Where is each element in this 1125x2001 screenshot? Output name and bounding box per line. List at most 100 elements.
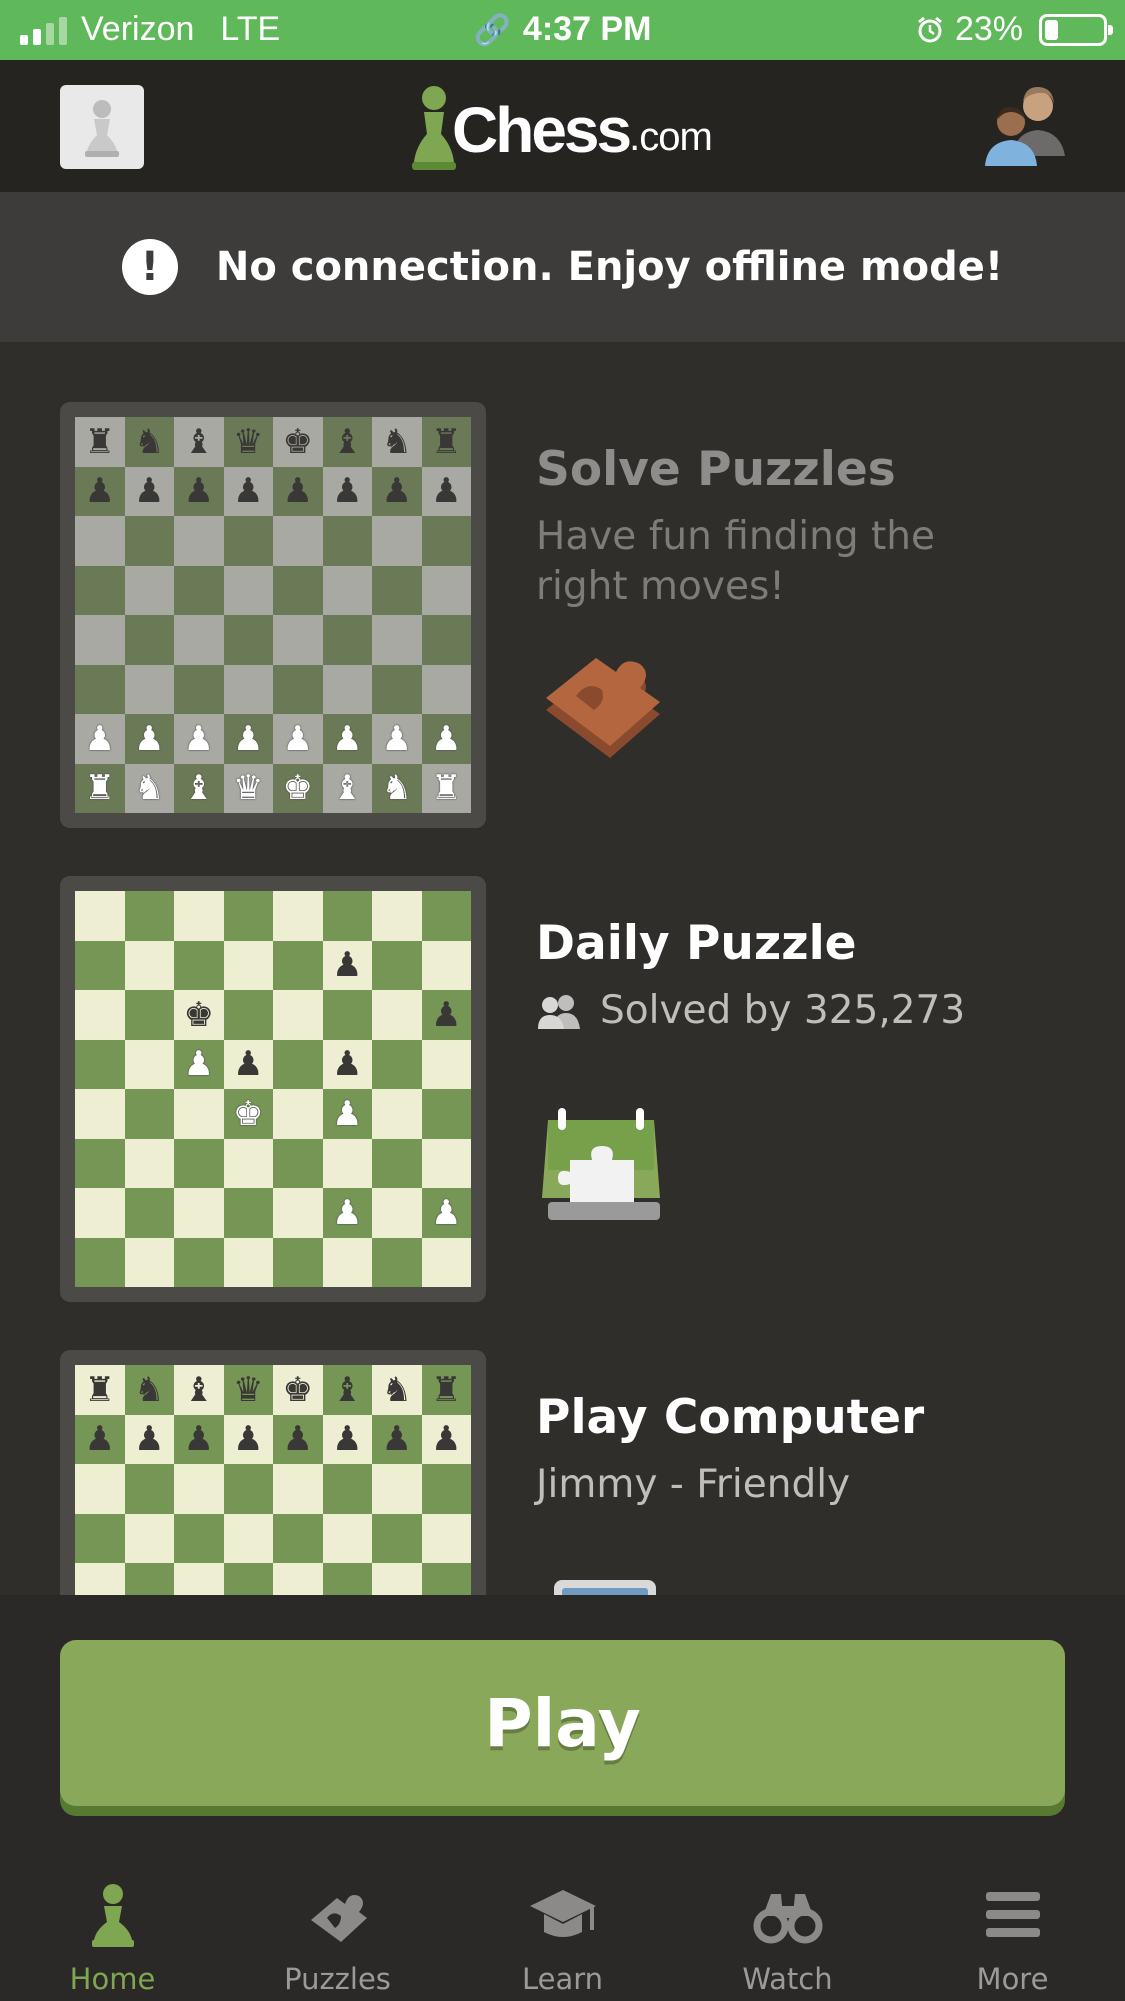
board-square: ♞ xyxy=(124,763,174,813)
board-square xyxy=(174,1138,224,1188)
board-square xyxy=(124,891,174,941)
board-square xyxy=(124,1563,174,1595)
board-thumbnail: ♜♞♝♛♚♝♞♜♟♟♟♟♟♟♟♟♟♟♟♟♟♟♟♟♜♞♝♛♚♝♞♜ xyxy=(60,1350,486,1595)
black-knight-icon: ♞ xyxy=(381,421,412,462)
board-square xyxy=(273,1513,323,1563)
board-square: ♟ xyxy=(372,714,422,764)
board-square xyxy=(223,1563,273,1595)
board-square xyxy=(322,1513,372,1563)
black-pawn-icon: ♟ xyxy=(332,1419,363,1460)
board-square: ♜ xyxy=(75,763,125,813)
link-icon: 🔗 xyxy=(473,14,511,47)
board-square: ♞ xyxy=(372,1365,422,1415)
board-square xyxy=(223,615,273,665)
board-square: ♟ xyxy=(75,1414,125,1464)
board-square xyxy=(75,1138,125,1188)
white-pawn-icon: ♟ xyxy=(84,718,115,759)
board-square xyxy=(273,1039,323,1089)
board-square: ♟ xyxy=(372,466,422,516)
board-square: ♜ xyxy=(75,417,125,467)
board-square: ♛ xyxy=(223,763,273,813)
status-bar: Verizon LTE 🔗 4:37 PM 23% xyxy=(0,0,1125,60)
tab-home[interactable]: Home xyxy=(0,1850,225,2001)
board-thumbnail: ♟ ♚ ♟ ♟ ♟ ♟ ♚ ♟ ♟ ♟ xyxy=(60,876,486,1302)
white-pawn-icon: ♟ xyxy=(332,1093,363,1134)
board-square xyxy=(75,1513,125,1563)
black-pawn-icon: ♟ xyxy=(332,471,363,512)
board-square: ♝ xyxy=(322,1365,372,1415)
board-square: ♜ xyxy=(421,1365,471,1415)
board-square: ♟ xyxy=(322,1414,372,1464)
board-square xyxy=(372,1513,422,1563)
pawn-avatar-icon xyxy=(85,100,119,157)
board-square xyxy=(421,1039,471,1089)
board-square xyxy=(124,940,174,990)
black-pawn-icon: ♟ xyxy=(431,1419,462,1460)
tab-more[interactable]: More xyxy=(900,1850,1125,2001)
board-square xyxy=(174,1513,224,1563)
board-square xyxy=(124,990,174,1040)
board-square xyxy=(372,1237,422,1287)
play-button[interactable]: Play xyxy=(60,1640,1065,1806)
white-pawn-icon: ♟ xyxy=(233,718,264,759)
board-square xyxy=(273,990,323,1040)
board-square: ♟ xyxy=(124,714,174,764)
battery-percent: 23% xyxy=(954,10,1023,48)
board-square xyxy=(421,1563,471,1595)
board-square: ♜ xyxy=(421,763,471,813)
board-square xyxy=(421,1513,471,1563)
board-square: ♟ xyxy=(322,714,372,764)
white-pawn-icon: ♟ xyxy=(183,1044,214,1085)
board-square: ♟ xyxy=(421,714,471,764)
board-square xyxy=(75,516,125,566)
play-computer-card[interactable]: ♜♞♝♛♚♝♞♜♟♟♟♟♟♟♟♟♟♟♟♟♟♟♟♟♜♞♝♛♚♝♞♜ Play Co… xyxy=(60,1350,1080,1595)
board-square xyxy=(421,940,471,990)
black-pawn-icon: ♟ xyxy=(84,471,115,512)
tab-label: More xyxy=(976,1962,1049,1996)
board-square: ♟ xyxy=(223,1039,273,1089)
board-square xyxy=(273,1464,323,1514)
board-square xyxy=(75,1188,125,1238)
board-square: ♟ xyxy=(124,466,174,516)
menu-icon xyxy=(985,1892,1040,1937)
board-square: ♞ xyxy=(372,417,422,467)
board-square: ♛ xyxy=(223,417,273,467)
board-square: ♟ xyxy=(322,1089,372,1139)
board-thumbnail: ♜♞♝♛♚♝♞♜♟♟♟♟♟♟♟♟♟♟♟♟♟♟♟♟♜♞♝♛♚♝♞♜ xyxy=(60,402,486,828)
solve-puzzles-card[interactable]: ♜ ♞ ♝ ♛ ♚ ♝ ♞ ♜ ♟ ♟ ♟ ♟ ♟ ♟ ♟ ♟ ♟ ♟ ♟ ♟ ♟ ♟ ♟ ♟ ♜ ♞ ♝ ♛ ♚ ♝ ♞ ♜ Solve P… xyxy=(60,402,1080,828)
logo-suffix: .com xyxy=(629,115,713,159)
board-square xyxy=(421,565,471,615)
board-square xyxy=(273,1237,323,1287)
board-square xyxy=(174,891,224,941)
board-square xyxy=(124,615,174,665)
black-knight-icon: ♞ xyxy=(134,1369,165,1410)
tab-learn[interactable]: Learn xyxy=(450,1850,675,2001)
tab-watch[interactable]: Watch xyxy=(675,1850,900,2001)
tab-label: Learn xyxy=(521,1962,604,1996)
tab-puzzles[interactable]: Puzzles xyxy=(225,1850,450,2001)
black-pawn-icon: ♟ xyxy=(134,1419,165,1460)
board-square xyxy=(372,565,422,615)
white-knight-icon: ♞ xyxy=(134,768,165,809)
board-square xyxy=(124,1188,174,1238)
graduation-cap-icon xyxy=(529,1890,596,1937)
board-square xyxy=(372,990,422,1040)
white-rook-icon: ♜ xyxy=(431,768,462,809)
black-rook-icon: ♜ xyxy=(431,1369,462,1410)
board-square xyxy=(273,1138,323,1188)
daily-puzzle-card[interactable]: ♟ ♚ ♟ ♟ ♟ ♟ ♚ ♟ ♟ ♟ Daily Puzzle Solved by 325,27… xyxy=(60,876,1080,1302)
board-square xyxy=(223,990,273,1040)
friends-icon[interactable] xyxy=(983,82,1067,170)
puzzle-icon xyxy=(310,1895,367,1942)
people-icon xyxy=(538,995,580,1029)
white-knight-icon: ♞ xyxy=(381,768,412,809)
board-square xyxy=(75,891,125,941)
profile-pawn-button[interactable] xyxy=(60,85,144,169)
board-square xyxy=(223,1513,273,1563)
board-square xyxy=(421,516,471,566)
board-square xyxy=(273,1188,323,1238)
board-square xyxy=(223,516,273,566)
board-square xyxy=(372,891,422,941)
board-square xyxy=(174,615,224,665)
board-square: ♛ xyxy=(223,1365,273,1415)
